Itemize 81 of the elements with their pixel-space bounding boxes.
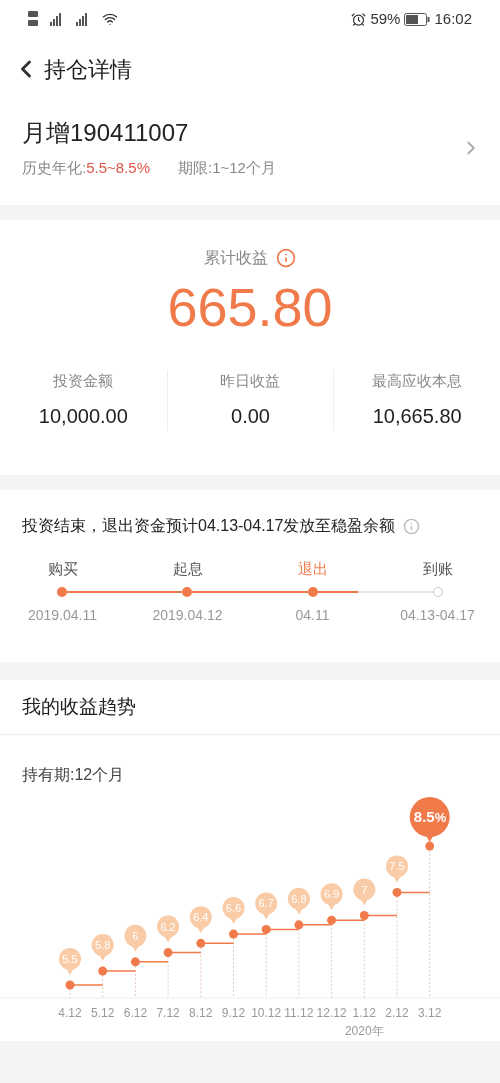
battery-icon xyxy=(404,12,431,26)
step-date: 04.11 xyxy=(295,605,330,625)
axis-label: 8.12 xyxy=(189,1006,213,1020)
data-point xyxy=(130,957,140,967)
value-bubble xyxy=(255,892,278,920)
data-point xyxy=(98,966,108,976)
value-label: 6.6 xyxy=(225,902,242,915)
step-label: 起息 xyxy=(172,559,203,579)
battery-percent: 59% xyxy=(370,8,401,29)
step-label: 退出 xyxy=(297,559,328,579)
step-date: 2019.04.11 xyxy=(28,605,97,625)
axis-label: 4.12 xyxy=(58,1006,82,1020)
value-bubble xyxy=(157,915,180,943)
data-point xyxy=(327,915,337,925)
value-label: 6.7 xyxy=(258,897,274,910)
period-text: 持有期:12个月 xyxy=(22,766,125,783)
value-bubble xyxy=(189,906,212,934)
axis-label: 1.12 xyxy=(352,1006,376,1020)
value-bubble xyxy=(91,934,114,962)
data-point xyxy=(294,920,304,930)
info-icon[interactable] xyxy=(276,248,296,268)
axis-label: 11.12 xyxy=(284,1006,314,1020)
data-point xyxy=(163,948,173,958)
axis-label: 6.12 xyxy=(123,1006,148,1020)
value-bubble xyxy=(386,855,408,883)
highlight-bubble xyxy=(409,797,450,843)
stat-label: 投资金额 xyxy=(53,371,114,391)
value-label: 6.2 xyxy=(160,920,176,933)
value-label: 5.5 xyxy=(62,953,78,965)
data-point xyxy=(196,938,206,948)
value-label: 6.9 xyxy=(323,888,340,901)
stat-value: 0.00 xyxy=(231,403,270,429)
alarm-icon xyxy=(351,11,367,27)
axis-label: 9.12 xyxy=(221,1006,246,1020)
clock-time: 16:02 xyxy=(434,8,472,29)
step-label: 到账 xyxy=(422,559,453,579)
term-text: 期限:1~12个月 xyxy=(178,158,276,179)
info-icon[interactable] xyxy=(403,517,421,535)
axis-label: 7.12 xyxy=(156,1006,180,1020)
section-title: 我的收益趋势 xyxy=(22,694,136,719)
data-point xyxy=(261,924,271,934)
rate-text: 历史年化:5.5~8.5% xyxy=(22,158,150,179)
axis-label: 2.12 xyxy=(385,1006,409,1020)
step-label: 购买 xyxy=(47,559,78,579)
stat-value: 10,665.80 xyxy=(372,403,462,429)
value-bubble xyxy=(353,878,376,906)
product-card[interactable]: 月增190411007 历史年化:5.5~8.5% 期限:1~12个月 xyxy=(0,100,500,205)
axis-label: 12.12 xyxy=(316,1006,347,1020)
value-label: 6.4 xyxy=(193,911,209,924)
data-point xyxy=(229,929,238,939)
value-label: 7.5 xyxy=(389,860,405,873)
value-label: 6.8 xyxy=(291,892,307,905)
stat-label: 昨日收益 xyxy=(220,371,281,391)
data-point xyxy=(392,887,402,897)
notice-text: 投资结束，退出资金预计04.13-04.17发放至稳盈余额 xyxy=(22,516,396,536)
total-earnings: 665.80 xyxy=(167,280,333,334)
value-bubble xyxy=(320,883,343,911)
data-point xyxy=(425,841,435,851)
wifi-icon xyxy=(102,11,118,27)
unit-label: % xyxy=(434,810,447,826)
value-label: 5.8 xyxy=(95,939,111,952)
axis-label: 5.12 xyxy=(91,1006,115,1020)
axis-label: 3.12 xyxy=(418,1006,442,1020)
step-date: 04.13-04.17 xyxy=(400,605,475,625)
product-name: 月增190411007 xyxy=(22,118,190,149)
value-bubble xyxy=(59,948,81,975)
value-label: 8.5 xyxy=(413,808,435,826)
axis-label: 10.12 xyxy=(251,1006,282,1020)
value-label: 7 xyxy=(361,883,368,896)
earnings-label: 累计收益 xyxy=(204,248,268,268)
data-point xyxy=(359,911,369,921)
stat-value: 10,000.00 xyxy=(38,403,128,429)
step-date: 2019.04.12 xyxy=(152,605,223,625)
value-bubble xyxy=(287,887,310,915)
data-point xyxy=(65,980,75,990)
value-label: 6 xyxy=(132,929,139,942)
stat-label: 最高应收本息 xyxy=(372,371,463,391)
year-label: 2020年 xyxy=(344,1024,384,1038)
value-bubble xyxy=(222,897,245,925)
value-bubble xyxy=(124,924,147,952)
page-title: 持仓详情 xyxy=(44,55,132,84)
